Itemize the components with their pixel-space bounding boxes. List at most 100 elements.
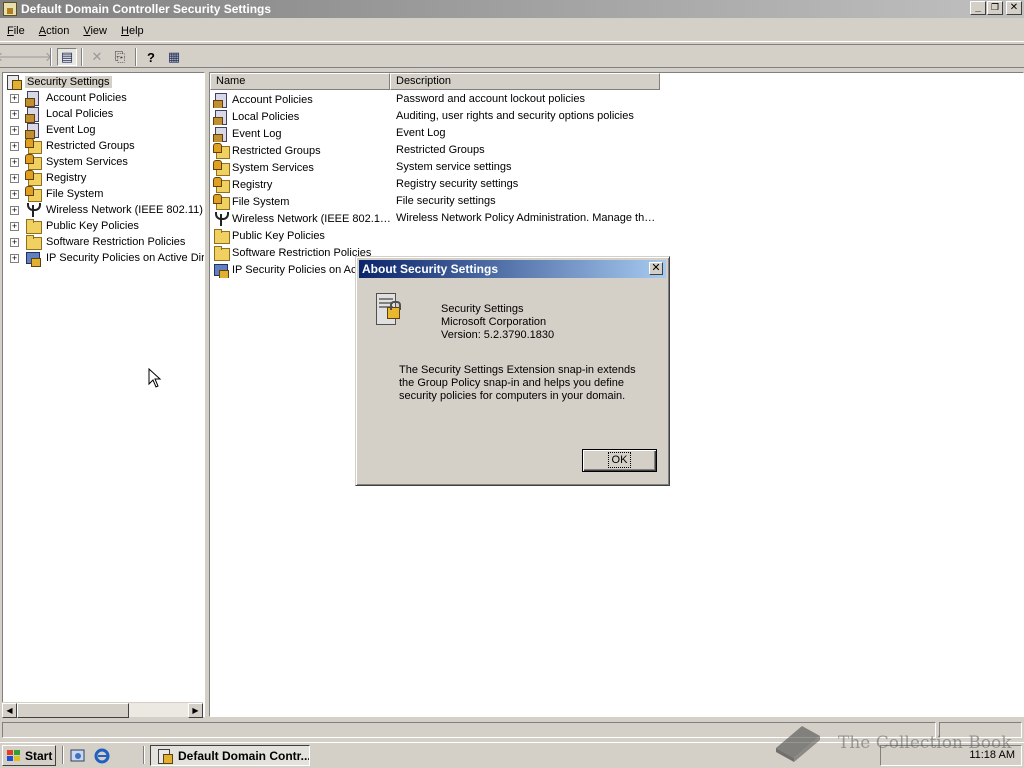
locked-folder-icon (213, 193, 230, 210)
list-row[interactable]: Event Log Event Log (210, 125, 1023, 142)
list-row[interactable]: Local Policies Auditing, user rights and … (210, 108, 1023, 125)
list-row-name-text: Software Restriction Policies (232, 246, 372, 259)
list-row-description: System service settings (396, 161, 512, 173)
status-panel-secondary (939, 722, 1022, 738)
tree-pane[interactable]: Security Settings + Account Policies + Loca… (2, 72, 205, 717)
list-row[interactable]: Wireless Network (IEEE 802.1… Wireless Ne… (210, 210, 1023, 227)
locked-folder-icon (213, 159, 230, 176)
tree-item-label: Software Restriction Policies (46, 236, 186, 248)
restore-button[interactable]: ❐ (987, 1, 1003, 15)
about-dialog: About Security Settings ✕ Security Setti… (355, 256, 670, 486)
status-bar (0, 720, 1024, 740)
dialog-title-bar[interactable]: About Security Settings ✕ (359, 260, 666, 278)
tree-item[interactable]: + Wireless Network (IEEE 802.11) P (10, 202, 205, 218)
list-row[interactable]: Public Key Policies (210, 227, 1023, 244)
list-row[interactable]: Account Policies Password and account loc… (210, 91, 1023, 108)
window-title-bar[interactable]: Default Domain Controller Security Setti… (0, 0, 1024, 18)
column-header-name[interactable]: Name (210, 73, 390, 90)
dialog-close-icon[interactable]: ✕ (649, 262, 663, 275)
tree-horizontal-scrollbar[interactable]: ◀ ▶ (2, 702, 203, 718)
list-row-name: System Services (213, 159, 391, 176)
expand-plus-icon[interactable]: + (10, 205, 19, 215)
ok-button[interactable]: OK (582, 449, 657, 472)
tree-item-label: Wireless Network (IEEE 802.11) P (46, 204, 205, 216)
ok-button-label: OK (607, 452, 632, 468)
expand-plus-icon[interactable]: + (10, 109, 19, 119)
tree-item-label: Public Key Policies (46, 220, 139, 232)
column-header-description[interactable]: Description (390, 73, 660, 90)
menu-view[interactable]: View (76, 25, 114, 37)
server-management-icon[interactable] (70, 748, 86, 764)
show-hide-tree-icon[interactable]: ▤ (57, 48, 77, 66)
tree-item[interactable]: + Account Policies (10, 90, 129, 107)
forward-arrow-icon[interactable]: 🡒 (18, 48, 53, 66)
delete-icon[interactable]: ✕ (87, 48, 107, 66)
expand-plus-icon[interactable]: + (10, 93, 19, 103)
policy-icon (213, 92, 229, 108)
list-row[interactable]: Restricted Groups Restricted Groups (210, 142, 1023, 159)
tree-item-label: Registry (46, 172, 87, 184)
start-button[interactable]: Start (2, 745, 56, 766)
scroll-right-arrow-icon[interactable]: ▶ (188, 703, 203, 718)
menu-action[interactable]: Action (32, 25, 77, 37)
toolbar: 🡐 🡒 ▤ ✕ ⎘ ? ▦ (0, 44, 1024, 68)
tree-item[interactable]: + System Services (10, 154, 130, 170)
internet-explorer-icon[interactable] (94, 748, 110, 764)
tree-item-label: Restricted Groups (46, 140, 135, 152)
properties-icon[interactable]: ▦ (164, 48, 184, 66)
tree-root[interactable]: Security Settings (6, 74, 112, 90)
expand-plus-icon[interactable]: + (10, 253, 19, 263)
taskbar-window-button[interactable]: Default Domain Contr... (150, 745, 310, 766)
export-list-icon[interactable]: ⎘ (110, 48, 130, 66)
tree-item[interactable]: + Public Key Policies (10, 218, 141, 234)
list-row-name-text: Event Log (232, 127, 282, 140)
list-row-name-text: System Services (232, 161, 314, 174)
menu-help[interactable]: Help (114, 25, 151, 37)
tree-item[interactable]: + Event Log (10, 122, 98, 139)
taskbar-window-label: Default Domain Contr... (178, 748, 310, 763)
scrollbar-thumb[interactable] (17, 703, 129, 718)
dialog-title: About Security Settings (362, 262, 499, 276)
tree-item[interactable]: + Software Restriction Policies (10, 234, 187, 250)
list-row-name-text: IP Security Policies on Act (232, 263, 360, 276)
list-row[interactable]: Registry Registry security settings (210, 176, 1023, 193)
tree-item[interactable]: + Local Policies (10, 106, 115, 123)
folder-icon (25, 218, 42, 234)
menu-bar: File Action View Help (0, 20, 1024, 42)
tree-item[interactable]: + Restricted Groups (10, 138, 137, 154)
list-row-name-text: Restricted Groups (232, 144, 321, 157)
list-row-name-text: Wireless Network (IEEE 802.1… (232, 212, 391, 225)
tree-item[interactable]: + Registry (10, 170, 88, 186)
tree-item[interactable]: + File System (10, 186, 105, 202)
expand-plus-icon[interactable]: + (10, 157, 19, 167)
expand-plus-icon[interactable]: + (10, 221, 19, 231)
toolbar-separator (50, 48, 52, 66)
security-settings-app-icon[interactable] (3, 2, 17, 16)
windows-flag-icon (7, 749, 21, 762)
expand-plus-icon[interactable]: + (10, 125, 19, 135)
policy-icon (25, 106, 41, 123)
folder-icon (213, 228, 230, 244)
tree-item-label: IP Security Policies on Active Dire (46, 252, 205, 264)
tree-item-label: Account Policies (46, 92, 127, 104)
list-row-description: Wireless Network Policy Administration. … (396, 212, 656, 224)
list-row-description: Auditing, user rights and security optio… (396, 110, 634, 122)
scroll-left-arrow-icon[interactable]: ◀ (2, 703, 17, 718)
close-button[interactable]: ✕ (1006, 1, 1022, 15)
minimize-button[interactable]: _ (970, 1, 986, 15)
clock[interactable]: 11:18 AM (969, 749, 1015, 761)
expand-plus-icon[interactable]: + (10, 237, 19, 247)
expand-plus-icon[interactable]: + (10, 141, 19, 151)
list-row[interactable]: File System File security settings (210, 193, 1023, 210)
expand-plus-icon[interactable]: + (10, 173, 19, 183)
tree-item-label: File System (46, 188, 104, 200)
folder-icon (213, 245, 230, 261)
expand-plus-icon[interactable]: + (10, 189, 19, 199)
tree-item[interactable]: + IP Security Policies on Active Dire (10, 250, 205, 267)
help-icon[interactable]: ? (141, 48, 161, 66)
list-row[interactable]: System Services System service settings (210, 159, 1023, 176)
menu-file[interactable]: File (0, 25, 32, 37)
policy-icon (25, 90, 41, 107)
locked-folder-icon (25, 170, 42, 186)
list-row-description: Registry security settings (396, 178, 519, 190)
